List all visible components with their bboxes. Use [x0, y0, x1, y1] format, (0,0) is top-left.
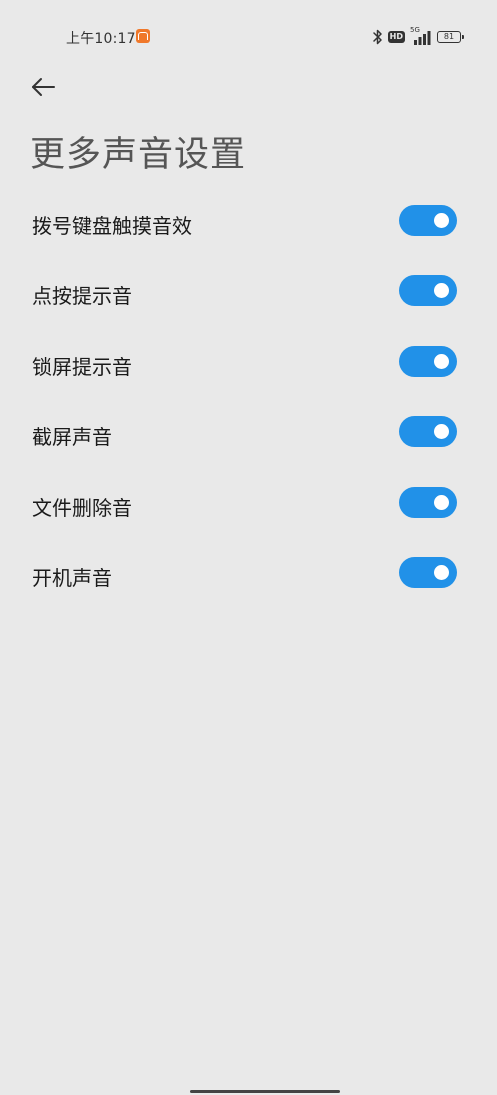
battery-icon: 81 — [437, 31, 464, 43]
toggle-knob — [434, 424, 449, 440]
bluetooth-icon — [372, 29, 382, 45]
setting-label: 截屏声音 — [32, 425, 112, 450]
lock-screen-sound-toggle[interactable] — [399, 345, 457, 377]
setting-row-tap-sound[interactable]: 点按提示音 — [0, 258, 497, 328]
setting-row-file-delete-sound[interactable]: 文件删除音 — [0, 470, 497, 540]
setting-row-screenshot-sound[interactable]: 截屏声音 — [0, 399, 497, 469]
status-icons: HD 5G 81 — [372, 26, 464, 48]
toggle-knob — [434, 494, 449, 510]
setting-row-lock-screen-sound[interactable]: 锁屏提示音 — [0, 329, 497, 399]
home-indicator — [190, 1090, 340, 1093]
page-title: 更多声音设置 — [30, 135, 247, 175]
toggle-knob — [434, 213, 449, 228]
setting-label: 文件删除音 — [32, 495, 132, 520]
boot-sound-toggle[interactable] — [399, 556, 457, 588]
status-time: 上午10:17 — [66, 31, 136, 47]
setting-row-dialpad-touch-sound[interactable]: 拨号键盘触摸音效 — [0, 188, 497, 258]
tap-sound-toggle[interactable] — [399, 275, 457, 307]
signal-icon: 5G — [410, 26, 432, 45]
battery-level: 81 — [443, 32, 455, 41]
toggle-knob — [434, 283, 449, 299]
toggle-knob — [434, 353, 449, 369]
file-delete-sound-toggle[interactable] — [399, 486, 457, 518]
status-bar: 上午10:17 HD 5G 81 — [0, 26, 497, 48]
toggle-knob — [434, 564, 449, 580]
hd-voice-icon: HD — [387, 31, 405, 43]
setting-label: 锁屏提示音 — [32, 354, 132, 379]
screenshot-sound-toggle[interactable] — [399, 416, 457, 448]
setting-row-boot-sound[interactable]: 开机声音 — [0, 540, 497, 610]
dialpad-touch-sound-toggle[interactable] — [399, 205, 457, 236]
settings-list: 拨号键盘触摸音效 点按提示音 锁屏提示音 截屏声音 文件删除音 开机声音 — [0, 188, 497, 610]
arrow-left-icon — [32, 78, 55, 96]
setting-label: 点按提示音 — [32, 284, 132, 309]
setting-label: 拨号键盘触摸音效 — [32, 214, 192, 238]
setting-label: 开机声音 — [32, 565, 112, 590]
mi-notification-icon — [136, 29, 150, 43]
back-button[interactable] — [26, 70, 60, 104]
